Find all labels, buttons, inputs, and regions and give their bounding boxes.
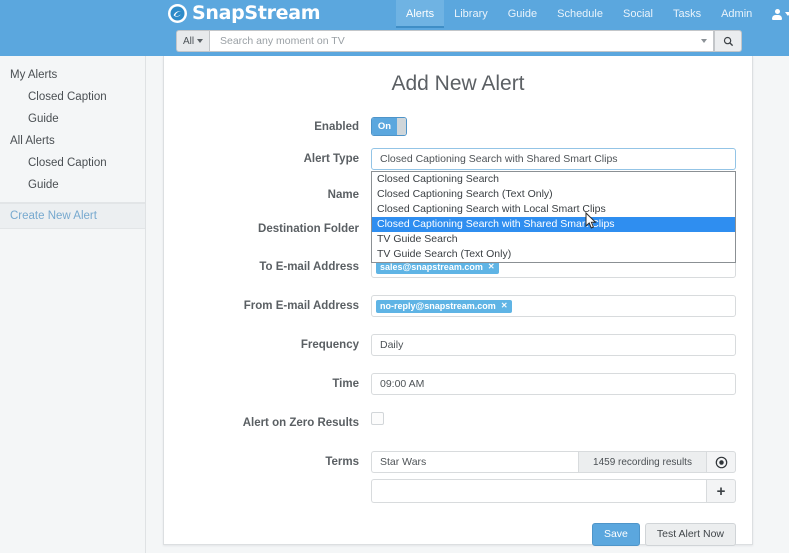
term-result-count: 1459 recording results <box>578 451 706 473</box>
alert-type-select[interactable] <box>371 148 736 170</box>
new-term-input[interactable] <box>371 479 706 503</box>
add-term-button[interactable]: + <box>706 479 736 503</box>
close-icon[interactable]: ✕ <box>488 262 495 271</box>
chevron-down-icon <box>785 12 789 16</box>
nav-item-tasks[interactable]: Tasks <box>663 0 711 28</box>
alert-type-option-5[interactable]: TV Guide Search (Text Only) <box>372 247 735 262</box>
magnifier-icon <box>723 36 734 47</box>
alert-type-option-3[interactable]: Closed Captioning Search with Shared Sma… <box>372 217 735 232</box>
sidebar-item-all-alerts[interactable]: All Alerts <box>0 130 145 152</box>
enabled-toggle-label: On <box>372 118 397 135</box>
search-input-container <box>209 30 714 52</box>
sidebar-item-all-guide[interactable]: Guide <box>0 174 145 196</box>
nav-item-guide[interactable]: Guide <box>498 0 547 28</box>
nav-item-schedule[interactable]: Schedule <box>547 0 613 28</box>
global-search-bar: All <box>176 30 742 52</box>
alert-type-option-0[interactable]: Closed Captioning Search <box>372 172 735 187</box>
label-alert-zero-results: Alert on Zero Results <box>164 412 371 429</box>
label-from-email: From E-mail Address <box>164 295 371 312</box>
sidebar-item-create-new-alert[interactable]: Create New Alert <box>0 203 145 229</box>
email-tag-label: no-reply@snapstream.com <box>380 301 496 311</box>
field-time <box>371 373 752 395</box>
term-input[interactable] <box>371 451 578 473</box>
enabled-toggle-knob <box>397 118 406 135</box>
field-alert-zero-results <box>371 412 752 425</box>
nav-item-alerts[interactable]: Alerts <box>396 0 444 28</box>
enabled-toggle[interactable]: On <box>371 117 407 136</box>
frequency-select[interactable] <box>371 334 736 356</box>
field-enabled: On <box>371 116 752 136</box>
nav-item-admin[interactable]: Admin <box>711 0 762 28</box>
term-add-row: + <box>371 479 736 503</box>
alert-type-option-1[interactable]: Closed Captioning Search (Text Only) <box>372 187 735 202</box>
form-row-time: Time <box>164 373 752 395</box>
alert-type-option-2[interactable]: Closed Captioning Search with Local Smar… <box>372 202 735 217</box>
search-scope-label: All <box>183 36 194 47</box>
nav-item-library[interactable]: Library <box>444 0 498 28</box>
form-row-alert-type: Alert Type Closed Captioning Search Clos… <box>164 148 752 170</box>
sidebar-item-my-closed-caption[interactable]: Closed Caption <box>0 86 145 108</box>
brand-logo[interactable]: SnapStream <box>168 2 320 24</box>
search-history-chevron-down-icon[interactable] <box>701 39 707 43</box>
email-tag-label: sales@snapstream.com <box>380 262 483 272</box>
sidebar-item-my-alerts[interactable]: My Alerts <box>0 64 145 86</box>
snapstream-swoosh-icon <box>168 4 187 23</box>
form-row-enabled: Enabled On <box>164 116 752 136</box>
form-row-terms: Terms 1459 recording results + <box>164 451 752 503</box>
sidebar-item-my-guide[interactable]: Guide <box>0 108 145 130</box>
alert-type-option-4[interactable]: TV Guide Search <box>372 232 735 247</box>
email-tag: no-reply@snapstream.com ✕ <box>376 300 512 313</box>
form-row-alert-zero-results: Alert on Zero Results <box>164 412 752 429</box>
alert-type-dropdown-list: Closed Captioning Search Closed Captioni… <box>371 171 736 263</box>
label-name: Name <box>164 184 371 201</box>
top-header-bar: SnapStream Alerts Library Guide Schedule… <box>0 0 789 56</box>
user-menu-button[interactable] <box>762 0 789 28</box>
field-terms: 1459 recording results + <box>371 451 752 503</box>
user-icon <box>772 9 782 20</box>
field-alert-type: Closed Captioning Search Closed Captioni… <box>371 148 752 170</box>
form-row-from-email: From E-mail Address no-reply@snapstream.… <box>164 295 752 317</box>
label-terms: Terms <box>164 451 371 468</box>
term-target-button[interactable] <box>706 451 736 473</box>
save-button[interactable]: Save <box>592 523 640 546</box>
from-email-tag-input[interactable]: no-reply@snapstream.com ✕ <box>371 295 736 317</box>
search-submit-button[interactable] <box>714 30 742 52</box>
page-title: Add New Alert <box>164 72 752 96</box>
test-alert-now-button[interactable]: Test Alert Now <box>645 523 736 546</box>
form-row-frequency: Frequency <box>164 334 752 356</box>
sidebar: My Alerts Closed Caption Guide All Alert… <box>0 56 146 553</box>
chevron-down-icon <box>197 39 203 43</box>
label-destination-folder: Destination Folder <box>164 218 371 235</box>
term-row: 1459 recording results <box>371 451 736 473</box>
search-scope-dropdown[interactable]: All <box>176 30 209 52</box>
time-input[interactable] <box>371 373 736 395</box>
field-frequency <box>371 334 752 356</box>
sidebar-item-all-closed-caption[interactable]: Closed Caption <box>0 152 145 174</box>
close-icon[interactable]: ✕ <box>501 301 508 310</box>
label-to-email: To E-mail Address <box>164 256 371 273</box>
alert-zero-results-checkbox[interactable] <box>371 412 384 425</box>
search-input[interactable] <box>218 34 697 48</box>
plus-icon: + <box>717 483 726 500</box>
brand-name: SnapStream <box>192 2 320 24</box>
nav-item-social[interactable]: Social <box>613 0 663 28</box>
label-frequency: Frequency <box>164 334 371 351</box>
label-enabled: Enabled <box>164 116 371 133</box>
form-actions: Save Test Alert Now <box>164 523 752 546</box>
main-navigation: Alerts Library Guide Schedule Social Tas… <box>396 0 789 28</box>
label-alert-type: Alert Type <box>164 148 371 165</box>
main-content-panel: Add New Alert Enabled On Alert Type Clos… <box>163 56 753 545</box>
target-icon <box>715 456 728 469</box>
label-time: Time <box>164 373 371 390</box>
field-from-email: no-reply@snapstream.com ✕ <box>371 295 752 317</box>
